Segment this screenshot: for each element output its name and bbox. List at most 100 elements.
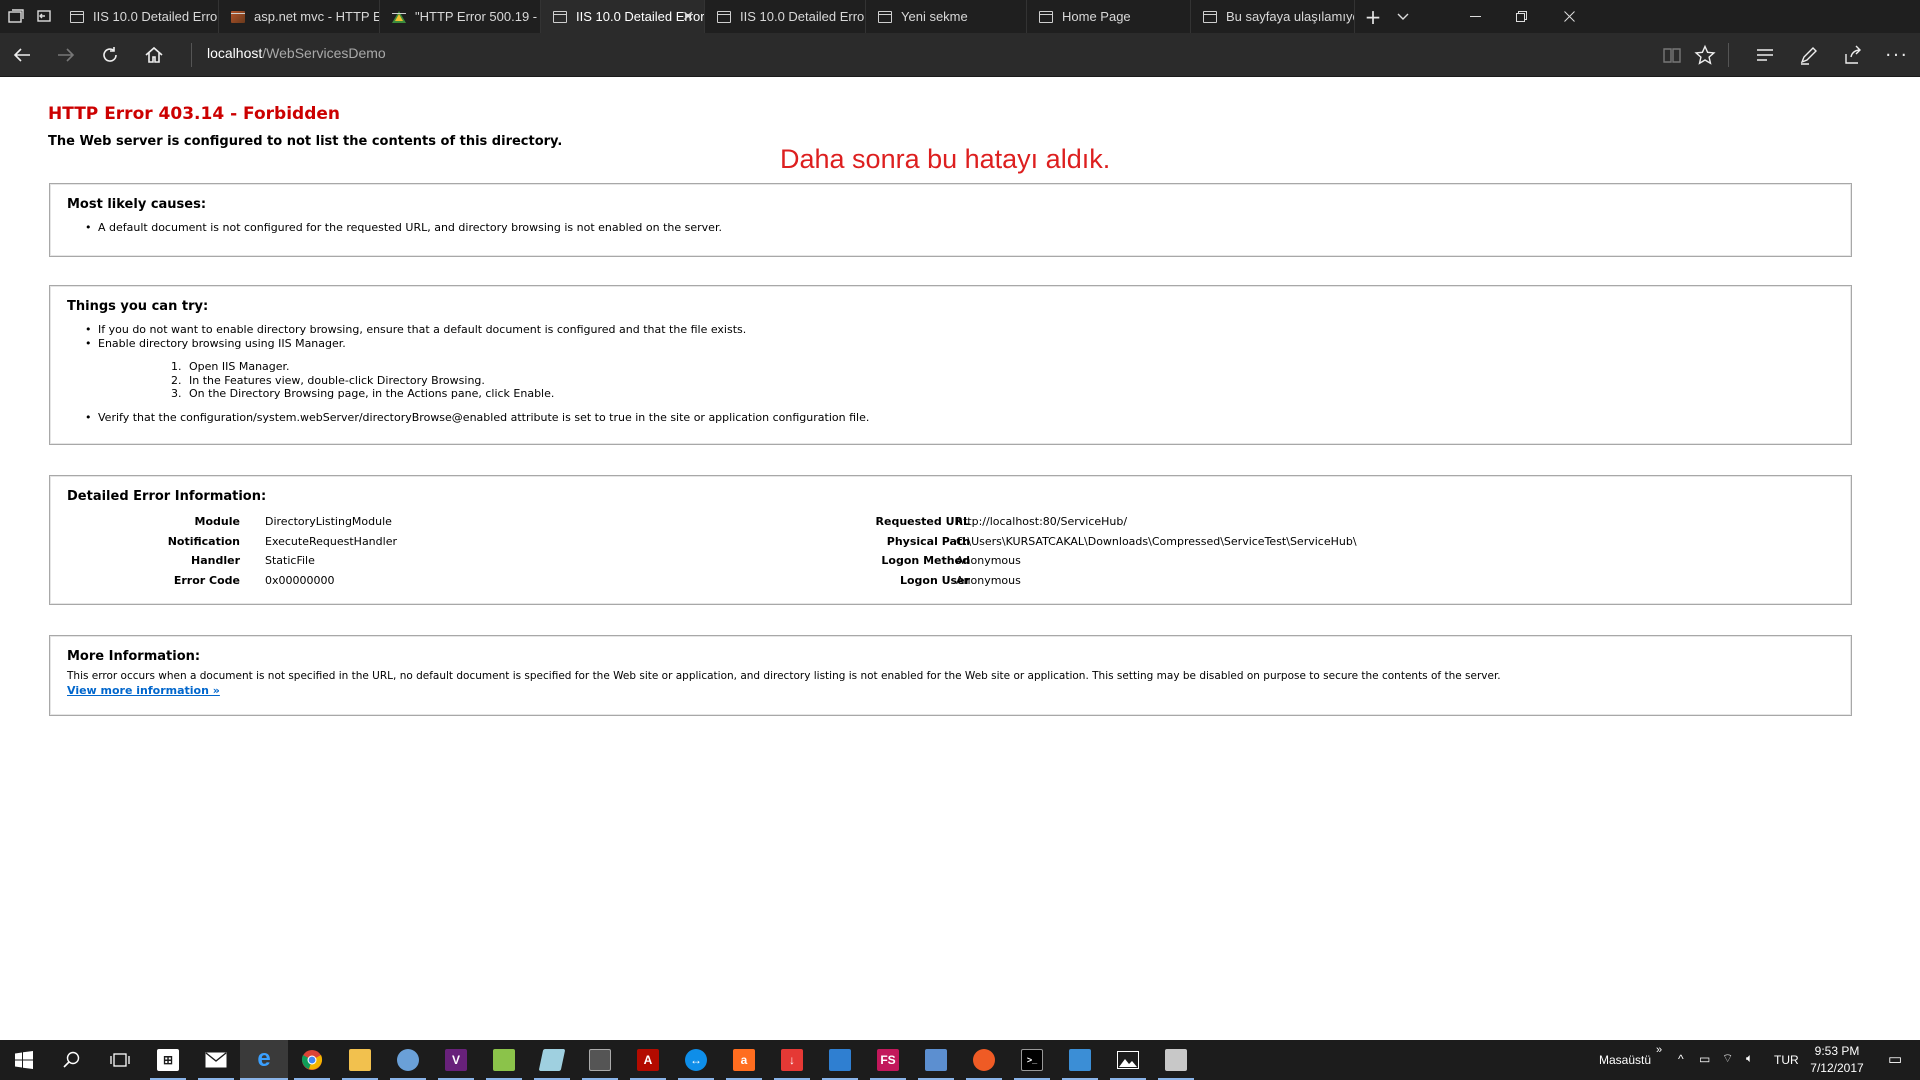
language-indicator[interactable]: TUR	[1774, 1053, 1799, 1067]
command-prompt-icon[interactable]: >_	[1008, 1040, 1056, 1080]
set-aside-tabs-icon[interactable]	[36, 8, 54, 24]
tab-iis-error-500[interactable]: IIS 10.0 Detailed Error - 500	[58, 0, 219, 33]
edge-browser-icon[interactable]: e	[240, 1040, 288, 1080]
volume-icon[interactable]: 🔈︎	[1746, 1051, 1753, 1066]
battery-icon[interactable]: ▭	[1699, 1052, 1710, 1066]
ssms-icon[interactable]	[1152, 1040, 1200, 1080]
paint-icon[interactable]	[384, 1040, 432, 1080]
tab-asp-net-mvc[interactable]: asp.net mvc - HTTP Error 50	[219, 0, 380, 33]
detail-key: Handler	[191, 554, 240, 567]
task-view-icon[interactable]	[96, 1040, 144, 1080]
favorite-star-icon[interactable]	[1683, 33, 1727, 77]
visual-studio-icon[interactable]: V	[432, 1040, 480, 1080]
app-icon[interactable]	[576, 1040, 624, 1080]
detail-value: http://localhost:80/ServiceHub/	[956, 515, 1128, 528]
postman-icon[interactable]	[960, 1040, 1008, 1080]
page-content: HTTP Error 403.14 - Forbidden The Web se…	[0, 78, 1920, 1040]
start-windows-icon[interactable]	[0, 1040, 48, 1080]
app-orange-icon[interactable]: a	[720, 1040, 768, 1080]
close-tab-icon[interactable]: ✕	[682, 8, 694, 25]
detail-key: Physical Path	[886, 535, 970, 548]
more-options-icon[interactable]: ···	[1875, 33, 1919, 77]
detail-key: Notification	[167, 535, 240, 548]
step-text: On the Directory Browsing page, in the A…	[189, 387, 555, 400]
desktop-label[interactable]: Masaüstü	[1599, 1053, 1651, 1067]
detail-key: Error Code	[173, 574, 240, 587]
page-icon	[553, 10, 567, 23]
annotation-text: Daha sonra bu hatayı aldık.	[780, 144, 1111, 174]
app-blue-icon[interactable]	[816, 1040, 864, 1080]
details-heading: Detailed Error Information:	[67, 489, 267, 504]
view-more-information-link[interactable]: View more information »	[67, 684, 220, 697]
taskbar: ⊞ e V A ↔ a ↓ FS >_ Masaüstü » ^ ▭ ⌔ 🔈︎ …	[0, 1040, 1920, 1080]
notepad-plus-icon[interactable]	[480, 1040, 528, 1080]
close-window-icon[interactable]	[1546, 0, 1592, 33]
detail-key: Module	[194, 515, 240, 528]
search-icon[interactable]	[48, 1040, 96, 1080]
detail-value: StaticFile	[265, 554, 315, 567]
step-text: Open IIS Manager.	[189, 360, 290, 373]
notes-icon[interactable]	[528, 1040, 576, 1080]
teamviewer-icon[interactable]: ↔	[672, 1040, 720, 1080]
chrome-icon[interactable]	[288, 1040, 336, 1080]
home-icon[interactable]	[132, 33, 176, 77]
tab-label: Yeni sekme	[901, 9, 968, 24]
detail-value: C:\Users\KURSATCAKAL\Downloads\Compresse…	[956, 535, 1357, 548]
minimize-icon[interactable]	[1452, 0, 1498, 33]
tab-label: "HTTP Error 500.19 - Interna	[415, 9, 540, 24]
try-step-2: 2. In the Features view, double-click Dir…	[171, 374, 485, 387]
refresh-icon[interactable]	[88, 33, 132, 77]
restore-icon[interactable]	[1498, 0, 1544, 33]
step-text: In the Features view, double-click Direc…	[189, 374, 485, 387]
page-icon	[70, 10, 84, 23]
download-manager-icon[interactable]: ↓	[768, 1040, 816, 1080]
tab-http-error-500-19[interactable]: "HTTP Error 500.19 - Interna	[380, 0, 541, 33]
show-hidden-icons-chevron-icon[interactable]: ^	[1678, 1052, 1684, 1066]
wifi-icon[interactable]: ⌔	[1722, 1051, 1733, 1066]
tab-new-tab[interactable]: Yeni sekme	[866, 0, 1027, 33]
pdf-reader-icon[interactable]: A	[624, 1040, 672, 1080]
toolbar-separator	[1728, 43, 1729, 67]
clock-date[interactable]: 7/12/2017	[1808, 1061, 1866, 1075]
tab-label: IIS 10.0 Detailed Error - 500	[93, 9, 219, 24]
fs-app-icon[interactable]: FS	[864, 1040, 912, 1080]
tab-label: Bu sayfaya ulaşılamıyor	[1226, 9, 1355, 24]
page-icon	[1203, 10, 1217, 23]
tab-page-unreachable[interactable]: Bu sayfaya ulaşılamıyor	[1191, 0, 1355, 33]
forward-arrow-icon[interactable]	[44, 33, 88, 77]
title-bar: IIS 10.0 Detailed Error - 500 asp.net mv…	[0, 0, 1920, 33]
hub-icon[interactable]	[1743, 33, 1787, 77]
tab-iis-error-500-2[interactable]: IIS 10.0 Detailed Error - 500	[705, 0, 866, 33]
web-note-pen-icon[interactable]	[1787, 33, 1831, 77]
try-step-3: 3. On the Directory Browsing page, in the…	[171, 387, 555, 400]
tab-home-page[interactable]: Home Page	[1027, 0, 1191, 33]
detail-key: Requested URL	[875, 515, 970, 528]
new-tab-plus-icon[interactable]: +	[1358, 0, 1388, 33]
try-item-2: Enable directory browsing using IIS Mana…	[85, 337, 346, 350]
error-subtitle: The Web server is configured to not list…	[48, 134, 563, 149]
try-heading: Things you can try:	[67, 299, 209, 314]
address-separator	[191, 43, 192, 67]
tab-label: Home Page	[1062, 9, 1131, 24]
tab-iis-error-active[interactable]: IIS 10.0 Detailed Error - ✕	[541, 0, 705, 33]
address-field[interactable]: localhost/WebServicesDemo	[207, 45, 386, 61]
mail-icon[interactable]	[192, 1040, 240, 1080]
detail-value: 0x00000000	[265, 574, 335, 587]
photos-icon[interactable]	[1104, 1040, 1152, 1080]
address-path: /WebServicesDemo	[262, 45, 386, 61]
tab-preview-chevron-icon[interactable]	[1388, 0, 1418, 33]
action-center-icon[interactable]: ▭	[1888, 1050, 1902, 1068]
address-host: localhost	[207, 45, 263, 61]
store-icon[interactable]: ⊞	[144, 1040, 192, 1080]
try-step-1: 1. Open IIS Manager.	[171, 360, 290, 373]
clock-time[interactable]: 9:53 PM	[1812, 1044, 1862, 1058]
toolbar-overflow-icon[interactable]: »	[1656, 1044, 1662, 1056]
share-icon[interactable]	[1831, 33, 1875, 77]
page-icon	[1039, 10, 1053, 23]
file-explorer-icon[interactable]	[336, 1040, 384, 1080]
remote-desktop-icon[interactable]	[1056, 1040, 1104, 1080]
tab-manager-icon[interactable]	[8, 8, 26, 24]
network-app-icon[interactable]	[912, 1040, 960, 1080]
tab-label: IIS 10.0 Detailed Error - 500	[740, 9, 866, 24]
back-arrow-icon[interactable]	[0, 33, 44, 77]
